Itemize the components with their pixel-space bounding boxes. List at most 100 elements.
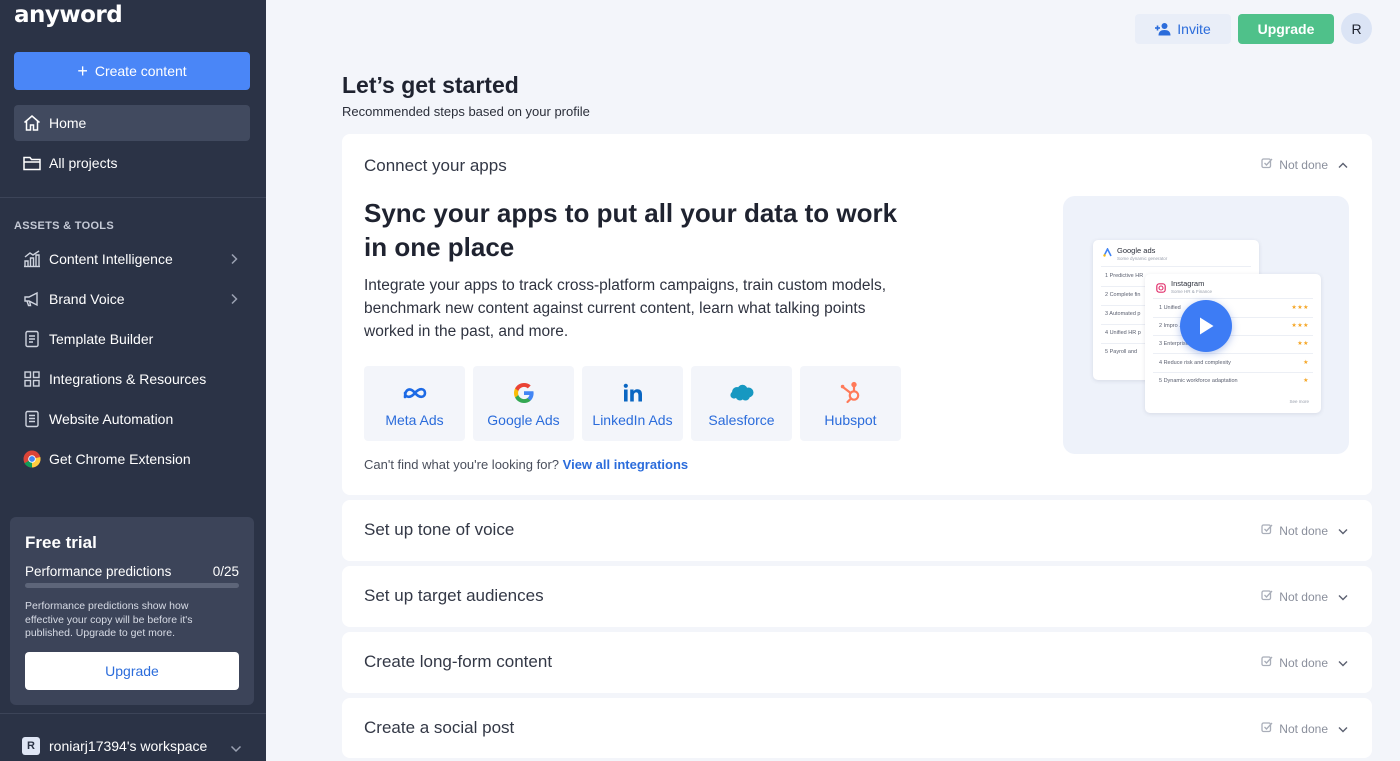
step-card-social-post[interactable]: Create a social post Not done: [342, 698, 1372, 758]
upgrade-button[interactable]: Upgrade: [1238, 14, 1334, 44]
sidebar-item-label: Get Chrome Extension: [49, 451, 191, 467]
page-title: Let’s get started: [342, 72, 519, 98]
sidebar-item-label: Website Automation: [49, 411, 174, 427]
rating-stars: ★: [1303, 378, 1309, 384]
page-subtitle: Recommended steps based on your profile: [342, 104, 590, 119]
play-video-button[interactable]: [1180, 300, 1232, 352]
preview-row-divider: [1153, 353, 1313, 354]
add-user-icon: [1155, 23, 1171, 36]
integration-preview-video[interactable]: Google ads Some dynamic generator 1 Pred…: [1063, 196, 1349, 454]
create-content-label: Create content: [94, 63, 187, 79]
check-icon: [1261, 655, 1273, 670]
rating-stars: ★: [1303, 360, 1309, 366]
preview-see-more: See more: [1289, 399, 1309, 404]
cant-find-text: Can't find what you're looking for? View…: [364, 457, 688, 472]
document-icon: [22, 329, 42, 349]
step-status-label: Not done: [1279, 157, 1328, 172]
step-status[interactable]: Not done: [1261, 523, 1348, 538]
workspace-switcher[interactable]: R roniarj17394's workspace: [14, 734, 250, 758]
integration-tile-meta-ads[interactable]: Meta Ads: [364, 366, 465, 441]
chevron-down-icon: [1338, 590, 1348, 604]
preview-instagram-card: Instagram Some HR & Finance 1 Unified ★★…: [1145, 274, 1321, 413]
check-icon: [1261, 589, 1273, 604]
invite-button[interactable]: Invite: [1135, 14, 1231, 44]
trial-description: Performance predictions show how effecti…: [25, 600, 193, 639]
sync-description: Integrate your apps to track cross-platf…: [364, 277, 887, 340]
workspace-name: roniarj17394's workspace: [49, 738, 208, 754]
preview-row-divider: [1153, 298, 1313, 299]
free-trial-card: Free trial Performance predictions 0/25 …: [10, 517, 254, 705]
integration-tile-linkedin-ads[interactable]: LinkedIn Ads: [582, 366, 683, 441]
preview-card-title: Instagram: [1171, 279, 1205, 288]
chrome-icon: [22, 449, 42, 469]
preview-row: 1 Predictive HR: [1105, 273, 1144, 279]
preview-card-subtitle: Some dynamic generator: [1117, 256, 1168, 261]
integration-label: Meta Ads: [385, 411, 444, 428]
step-status[interactable]: Not done: [1261, 721, 1348, 736]
preview-row: 4 Reduce risk and complexity: [1159, 360, 1231, 366]
sidebar-item-label: Brand Voice: [49, 291, 125, 307]
sidebar-item-label: All projects: [49, 155, 118, 171]
grid-icon: [22, 369, 42, 389]
avatar[interactable]: R: [1341, 13, 1372, 44]
preview-row-divider: [1153, 317, 1313, 318]
sidebar: anyword + Create content Home All projec…: [0, 0, 266, 761]
google-icon: [513, 380, 535, 406]
integration-label: Hubspot: [824, 411, 877, 428]
trial-title: Free trial: [25, 533, 97, 552]
sidebar-item-all-projects[interactable]: All projects: [14, 145, 250, 181]
sidebar-item-website-automation[interactable]: Website Automation: [14, 401, 250, 437]
preview-row: 4 Unified HR p: [1105, 330, 1141, 336]
sidebar-item-integrations[interactable]: Integrations & Resources: [14, 361, 250, 397]
sidebar-item-label: Home: [49, 115, 87, 131]
sidebar-item-chrome-extension[interactable]: Get Chrome Extension: [14, 441, 250, 477]
rating-stars: ★★★: [1291, 323, 1309, 329]
integration-label: Google Ads: [487, 411, 560, 428]
preview-row: 3 Automated p: [1105, 311, 1141, 317]
step-card-connect-apps: Connect your apps Not done Sync your app…: [342, 134, 1372, 495]
integration-tile-salesforce[interactable]: Salesforce: [691, 366, 792, 441]
step-title: Create a social post: [364, 718, 515, 737]
sidebar-item-label: Content Intelligence: [49, 251, 173, 267]
megaphone-icon: [22, 289, 42, 309]
preview-row: 5 Payroll and: [1105, 349, 1138, 355]
workspace-badge: R: [22, 737, 40, 755]
step-card-long-form-content[interactable]: Create long-form content Not done: [342, 632, 1372, 693]
trial-upgrade-button[interactable]: Upgrade: [25, 652, 239, 690]
chevron-down-icon: [230, 740, 242, 756]
trial-metric-row: Performance predictions 0/25: [25, 564, 239, 579]
integration-tiles: Meta Ads Google Ads LinkedIn Ads Salesfo…: [364, 366, 901, 441]
preview-row: 2 Complete fin: [1105, 292, 1141, 298]
chevron-down-icon: [1338, 656, 1348, 670]
step-status-label: Not done: [1279, 589, 1328, 604]
anyword-logo[interactable]: anyword: [14, 2, 123, 28]
integration-tile-hubspot[interactable]: Hubspot: [800, 366, 901, 441]
google-ads-icon: [1103, 248, 1112, 257]
instagram-icon: [1156, 283, 1166, 293]
view-all-integrations-link[interactable]: View all integrations: [563, 457, 688, 472]
meta-icon: [402, 380, 428, 406]
integration-tile-google-ads[interactable]: Google Ads: [473, 366, 574, 441]
integration-label: Salesforce: [708, 411, 775, 428]
preview-row-divider: [1153, 372, 1313, 373]
create-content-button[interactable]: + Create content: [14, 52, 250, 90]
step-status[interactable]: Not done: [1261, 589, 1348, 604]
step-status[interactable]: Not done: [1261, 655, 1348, 670]
sidebar-divider: [0, 713, 266, 714]
page-icon: [22, 409, 42, 429]
rating-stars: ★★★: [1291, 305, 1309, 311]
step-title[interactable]: Connect your apps: [364, 156, 507, 176]
step-status[interactable]: Not done: [1261, 157, 1348, 172]
sidebar-item-brand-voice[interactable]: Brand Voice: [14, 281, 250, 317]
sidebar-item-template-builder[interactable]: Template Builder: [14, 321, 250, 357]
step-card-target-audiences[interactable]: Set up target audiences Not done: [342, 566, 1372, 627]
salesforce-icon: [729, 380, 755, 406]
sidebar-item-content-intelligence[interactable]: Content Intelligence: [14, 241, 250, 277]
chevron-down-icon: [1338, 524, 1348, 538]
step-card-tone-of-voice[interactable]: Set up tone of voice Not done: [342, 500, 1372, 561]
sidebar-item-home[interactable]: Home: [14, 105, 250, 141]
folder-icon: [22, 153, 42, 173]
cant-find-label: Can't find what you're looking for?: [364, 457, 560, 472]
invite-label: Invite: [1177, 21, 1211, 37]
preview-card-subtitle: Some HR & Finance: [1171, 289, 1213, 294]
